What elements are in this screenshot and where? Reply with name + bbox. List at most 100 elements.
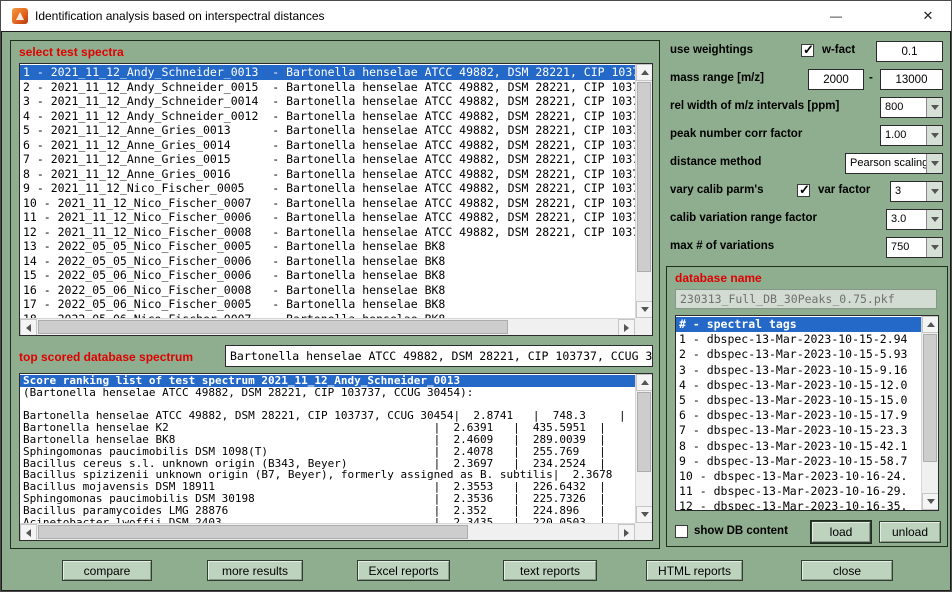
rel-width-select[interactable]: 800 [880,97,943,118]
var-factor-value: 3 [895,182,901,201]
score-line[interactable]: Sphingomonas paucimobilis DSM 30198 | 2.… [23,493,635,505]
spectrum-row[interactable]: 6 - 2021_11_12_Anne_Gries_0014 - Bartone… [23,138,635,153]
dropdown-button[interactable] [926,126,942,145]
chevron-down-icon [931,133,939,138]
minimize-button[interactable]: — [813,1,859,31]
vary-calib-checkbox[interactable] [797,184,810,197]
w-fact-input[interactable] [876,41,943,62]
scroll-thumb[interactable] [637,392,651,472]
scroll-up-button[interactable] [922,316,939,333]
text-reports-button[interactable]: text reports [503,560,597,581]
dropdown-button[interactable] [926,182,942,201]
unload-button[interactable]: unload [879,521,941,543]
db-spectrum-row[interactable]: 1 - dbspec-13-Mar-2023-10-15-2.94 [679,332,921,347]
scroll-thumb[interactable] [923,334,937,462]
scroll-down-button[interactable] [636,506,653,523]
arrow-up-icon [641,70,649,75]
score-line[interactable]: (Bartonella henselae ATCC 49882, DSM 282… [23,387,635,399]
vertical-scrollbar[interactable] [635,64,652,318]
spectrum-row[interactable]: 5 - 2021_11_12_Anne_Gries_0013 - Bartone… [23,123,635,138]
db-spectrum-row[interactable]: 11 - dbspec-13-Mar-2023-10-16-29. [679,484,921,499]
db-spectrum-row[interactable]: 6 - dbspec-13-Mar-2023-10-15-17.9 [679,408,921,423]
database-panel: database name 230313_Full_DB_30Peaks_0.7… [666,266,948,547]
distance-method-select[interactable]: Pearson scaling [845,153,943,174]
database-list: # - spectral tags 1 - dbspec-13-Mar-2023… [675,315,939,511]
html-reports-button[interactable]: HTML reports [646,560,743,581]
horizontal-scrollbar[interactable] [20,523,635,540]
scroll-right-button[interactable] [618,524,635,541]
scroll-thumb[interactable] [38,525,468,539]
vertical-scrollbar[interactable] [921,316,938,510]
db-spectrum-row[interactable]: 5 - dbspec-13-Mar-2023-10-15-15.0 [679,393,921,408]
vertical-scrollbar[interactable] [635,374,652,523]
dropdown-button[interactable] [926,98,942,117]
score-line[interactable]: Bartonella henselae BK8 | 2.4609 | 289.0… [23,434,635,446]
chevron-down-icon [931,105,939,110]
use-weightings-checkbox[interactable] [801,44,814,57]
spectrum-row[interactable]: 7 - 2021_11_12_Anne_Gries_0015 - Bartone… [23,152,635,167]
var-factor-select[interactable]: 3 [890,181,943,202]
close-action-button[interactable]: close [801,560,893,581]
calib-range-value: 3.0 [891,210,906,229]
db-spectrum-row[interactable]: 12 - dbspec-13-Mar-2023-10-16-35. [679,499,921,510]
spectrum-row[interactable]: 15 - 2022_05_06_Nico_Fischer_0006 - Bart… [23,268,635,283]
db-spectrum-row[interactable]: 10 - dbspec-13-Mar-2023-10-16-24. [679,469,921,484]
spectrum-row[interactable]: 2 - 2021_11_12_Andy_Schneider_0015 - Bar… [23,80,635,95]
db-spectrum-row[interactable]: 8 - dbspec-13-Mar-2023-10-15-42.1 [679,439,921,454]
scroll-left-button[interactable] [20,524,37,541]
max-variations-select[interactable]: 750 [886,237,943,258]
database-name-field[interactable]: 230313_Full_DB_30Peaks_0.75.pkf [675,289,937,309]
spectra-panel: select test spectra 1 - 2021_11_12_Andy_… [10,40,660,549]
spectrum-row[interactable]: 13 - 2022_05_05_Nico_Fischer_0005 - Bart… [23,239,635,254]
dropdown-button[interactable] [926,154,942,173]
spectrum-row[interactable]: 3 - 2021_11_12_Andy_Schneider_0014 - Bar… [23,94,635,109]
spectrum-row[interactable]: 9 - 2021_11_12_Nico_Fischer_0005 - Barto… [23,181,635,196]
horizontal-scrollbar[interactable] [20,318,635,335]
excel-reports-button[interactable]: Excel reports [357,560,450,581]
spectrum-row[interactable]: 11 - 2021_11_12_Nico_Fischer_0006 - Bart… [23,210,635,225]
compare-button[interactable]: compare [62,560,152,581]
scroll-left-button[interactable] [20,319,37,336]
show-db-content-checkbox[interactable] [675,525,688,538]
score-line[interactable]: Sphingomonas paucimobilis DSM 1098(T) | … [23,446,635,458]
spectrum-row[interactable]: 14 - 2022_05_05_Nico_Fischer_0006 - Bart… [23,254,635,269]
score-lines: (Bartonella henselae ATCC 49882, DSM 282… [23,387,635,523]
mass-max-input[interactable] [880,69,943,90]
scroll-up-button[interactable] [636,64,653,81]
more-results-button[interactable]: more results [207,560,303,581]
scroll-up-button[interactable] [636,374,653,391]
scroll-down-button[interactable] [922,493,939,510]
db-spectrum-row[interactable]: 3 - dbspec-13-Mar-2023-10-15-9.16 [679,363,921,378]
dropdown-button[interactable] [926,210,942,229]
score-line[interactable]: Bacillus paramycoides LMG 28876 | 2.352 … [23,505,635,517]
spectrum-row[interactable]: 12 - 2021_11_12_Nico_Fischer_0008 - Bart… [23,225,635,240]
spectrum-row[interactable]: 17 - 2022_05_06_Nico_Fischer_0005 - Bart… [23,297,635,312]
peak-corr-select[interactable]: 1.00 [880,125,943,146]
arrow-up-icon [927,322,935,327]
scroll-right-button[interactable] [618,319,635,336]
spectrum-row[interactable]: 4 - 2021_11_12_Andy_Schneider_0012 - Bar… [23,109,635,124]
db-spectrum-row[interactable]: 7 - dbspec-13-Mar-2023-10-15-23.3 [679,423,921,438]
scroll-thumb[interactable] [637,82,651,272]
close-button[interactable]: ✕ [905,1,951,31]
mass-min-input[interactable] [808,69,864,90]
var-factor-label: var factor [818,184,870,196]
load-button[interactable]: load [811,521,871,543]
top-scored-field[interactable]: Bartonella henselae ATCC 49882, DSM 2822… [225,345,653,367]
score-list-content: Score ranking list of test spectrum 2021… [20,374,635,523]
db-spectrum-row[interactable]: 2 - dbspec-13-Mar-2023-10-15-5.93 [679,347,921,362]
arrow-down-icon [641,512,649,517]
db-list-header[interactable]: # - spectral tags [676,317,921,332]
dropdown-button[interactable] [926,238,942,257]
calib-range-select[interactable]: 3.0 [886,209,943,230]
peak-corr-label: peak number corr factor [670,128,802,140]
scroll-down-button[interactable] [636,301,653,318]
db-spectrum-row[interactable]: 4 - dbspec-13-Mar-2023-10-15-12.0 [679,378,921,393]
spectrum-row[interactable]: 10 - 2021_11_12_Nico_Fischer_0007 - Bart… [23,196,635,211]
spectrum-row[interactable]: 16 - 2022_05_06_Nico_Fischer_0008 - Bart… [23,283,635,298]
scroll-thumb[interactable] [38,320,508,334]
spectrum-row[interactable]: 1 - 2021_11_12_Andy_Schneider_0013 - Bar… [20,65,635,80]
spectrum-row[interactable]: 8 - 2021_11_12_Anne_Gries_0016 - Bartone… [23,167,635,182]
db-spectrum-row[interactable]: 9 - dbspec-13-Mar-2023-10-15-58.7 [679,454,921,469]
score-ranking-list: Score ranking list of test spectrum 2021… [19,373,653,541]
